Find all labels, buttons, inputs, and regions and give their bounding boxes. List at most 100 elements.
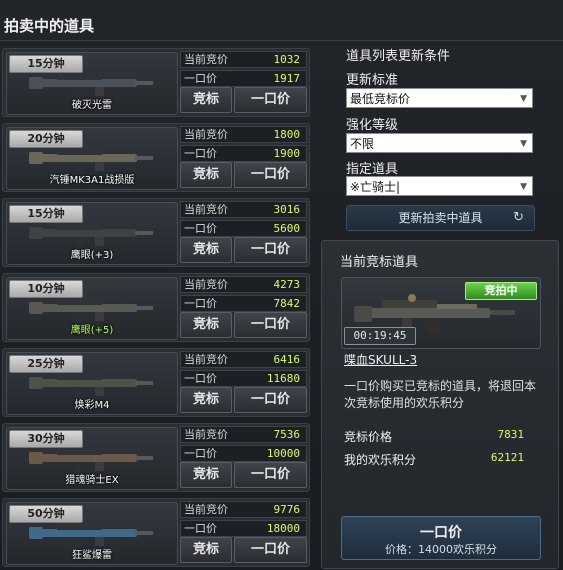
item-name: 狂鲨爆雷 [72,550,112,561]
bid-button[interactable]: 竞标 [180,462,232,488]
item-filter-value: ※亡骑士| [350,180,401,194]
current-bid-value: 9776 [273,503,301,516]
buy-now-button[interactable]: 一口价 [234,537,307,563]
enhance-label: 强化等级 [346,118,399,133]
buyout-row: 一口价 5600 [180,220,307,237]
current-description: 一口价购买已竞标的道具，将退回本次竞标使用的欢乐积分 [344,379,537,410]
chevron-down-icon: ▼ [520,182,527,192]
current-bid-label: 当前竞价 [184,128,228,141]
item-thumbnail[interactable]: 30分钟 猎魂骑士EX [6,427,178,490]
buyout-value: 5600 [273,222,301,235]
buyout-row: 一口价 10000 [180,445,307,462]
current-bid-value: 3016 [273,203,301,216]
points-label: 我的欢乐积分 [344,453,417,467]
buy-now-button[interactable]: 一口价 [234,462,307,488]
current-bid-value: 1032 [273,53,301,66]
buyout-label: 一口价 [184,297,217,310]
current-bid-row: 当前竞价 1800 [180,126,307,143]
current-bid-row: 当前竞价 3016 [180,201,307,218]
item-timer: 10分钟 [9,280,83,298]
auction-item: 50分钟 狂鲨爆雷 当前竞价 9776 一口价 18000 竞标 一口价 [2,498,310,567]
buy-now-button[interactable]: 一口价 [234,237,307,263]
current-timer: 00:19:45 [344,327,416,345]
refresh-button-label: 更新拍卖中道具 [398,211,483,225]
item-filter-input[interactable]: ※亡骑士| ▼ [346,176,533,196]
buyout-label: 一口价 [184,147,217,160]
item-price-block: 当前竞价 7536 一口价 10000 [180,426,307,464]
item-filter-label: 指定道具 [346,162,399,177]
auction-item: 10分钟 鹰眼(+5) 当前竞价 4273 一口价 7842 竞标 一口价 [2,273,310,342]
item-timer: 15分钟 [9,55,83,73]
bid-button[interactable]: 竞标 [180,312,232,338]
enhance-select-value: 不限 [350,137,375,151]
auction-item: 15分钟 破灭光雷 当前竞价 1032 一口价 1917 竞标 一口价 [2,48,310,117]
item-price-block: 当前竞价 3016 一口价 5600 [180,201,307,239]
buy-now-button[interactable]: 一口价 [234,162,307,188]
item-timer: 50分钟 [9,505,83,523]
item-thumbnail[interactable]: 15分钟 破灭光雷 [6,52,178,115]
auction-panel: 拍卖中的道具 15分钟 破灭光雷 当前竞价 1032 一口价 1917 竞标 一… [0,0,563,570]
current-bid-value: 7536 [273,428,301,441]
item-thumbnail[interactable]: 50分钟 狂鲨爆雷 [6,502,178,565]
enhance-select[interactable]: 不限 ▼ [346,133,533,153]
current-bid-row: 当前竞价 6416 [180,351,307,368]
buyout-label: 一口价 [184,522,217,535]
item-name: 焕彩M4 [74,400,110,411]
buyout-value: 18000 [266,522,300,535]
item-name: 汽锤MK3A1战损版 [49,175,135,186]
current-bid-row: 当前竞价 7536 [180,426,307,443]
current-bid-value: 1800 [273,128,301,141]
buy-now-button[interactable]: 一口价 [234,87,307,113]
current-bid-label: 当前竞价 [184,278,228,291]
item-timer: 30分钟 [9,430,83,448]
buy-now-button[interactable]: 一口价 [234,312,307,338]
bid-price-row: 竞标价格 7831 [344,428,524,445]
item-thumbnail[interactable]: 10分钟 鹰眼(+5) [6,277,178,340]
item-thumbnail[interactable]: 20分钟 汽锤MK3A1战损版 [6,127,178,190]
item-name: 鹰眼(+5) [70,325,114,336]
current-bid-row: 当前竞价 9776 [180,501,307,518]
item-timer: 15分钟 [9,205,83,223]
buyout-label: 一口价 [184,222,217,235]
current-bid-row: 当前竞价 1032 [180,51,307,68]
item-timer: 20分钟 [9,130,83,148]
item-price-block: 当前竞价 1032 一口价 1917 [180,51,307,89]
current-bid-panel: 当前竞标道具 竞拍中 00:19:45 喋血SKULL-3 一口价购买已竞标的道… [321,240,559,569]
refresh-button[interactable]: 更新拍卖中道具 ↻ [346,205,535,231]
sort-select[interactable]: 最低竞标价 ▼ [346,88,533,108]
buyout-row: 一口价 1900 [180,145,307,162]
buyout-row: 一口价 1917 [180,70,307,87]
page-title: 拍卖中的道具 [4,17,95,35]
auction-item: 30分钟 猎魂骑士EX 当前竞价 7536 一口价 10000 竞标 一口价 [2,423,310,492]
bid-button[interactable]: 竞标 [180,87,232,113]
item-thumbnail[interactable]: 15分钟 鹰眼(+3) [6,202,178,265]
title-divider [0,40,563,41]
buyout-value: 11680 [266,372,300,385]
buyout-row: 一口价 18000 [180,520,307,537]
bid-button[interactable]: 竞标 [180,537,232,563]
buy-now-button[interactable]: 一口价 [234,387,307,413]
current-item-name[interactable]: 喋血SKULL-3 [344,351,417,368]
bid-button[interactable]: 竞标 [180,162,232,188]
current-bid-label: 当前竞价 [184,503,228,516]
buyout-row: 一口价 7842 [180,295,307,312]
buyout-button-label: 一口价 [420,525,462,541]
chevron-down-icon: ▼ [520,139,527,149]
status-badge: 竞拍中 [465,282,537,300]
sort-select-value: 最低竞标价 [350,92,411,106]
bid-button[interactable]: 竞标 [180,387,232,413]
points-row: 我的欢乐积分 62121 [344,451,524,468]
item-thumbnail[interactable]: 25分钟 焕彩M4 [6,352,178,415]
chevron-down-icon: ▼ [520,94,527,104]
current-bid-row: 当前竞价 4273 [180,276,307,293]
points-value: 62121 [490,451,524,464]
buyout-button[interactable]: 一口价 价格：14000欢乐积分 [341,516,541,560]
buyout-label: 一口价 [184,447,217,460]
item-name: 破灭光雷 [72,100,112,111]
buyout-button-price: 价格：14000欢乐积分 [385,543,497,556]
buyout-value: 10000 [266,447,300,460]
bid-button[interactable]: 竞标 [180,237,232,263]
bid-price-value: 7831 [497,428,525,441]
buyout-value: 1900 [273,147,301,160]
item-timer: 25分钟 [9,355,83,373]
